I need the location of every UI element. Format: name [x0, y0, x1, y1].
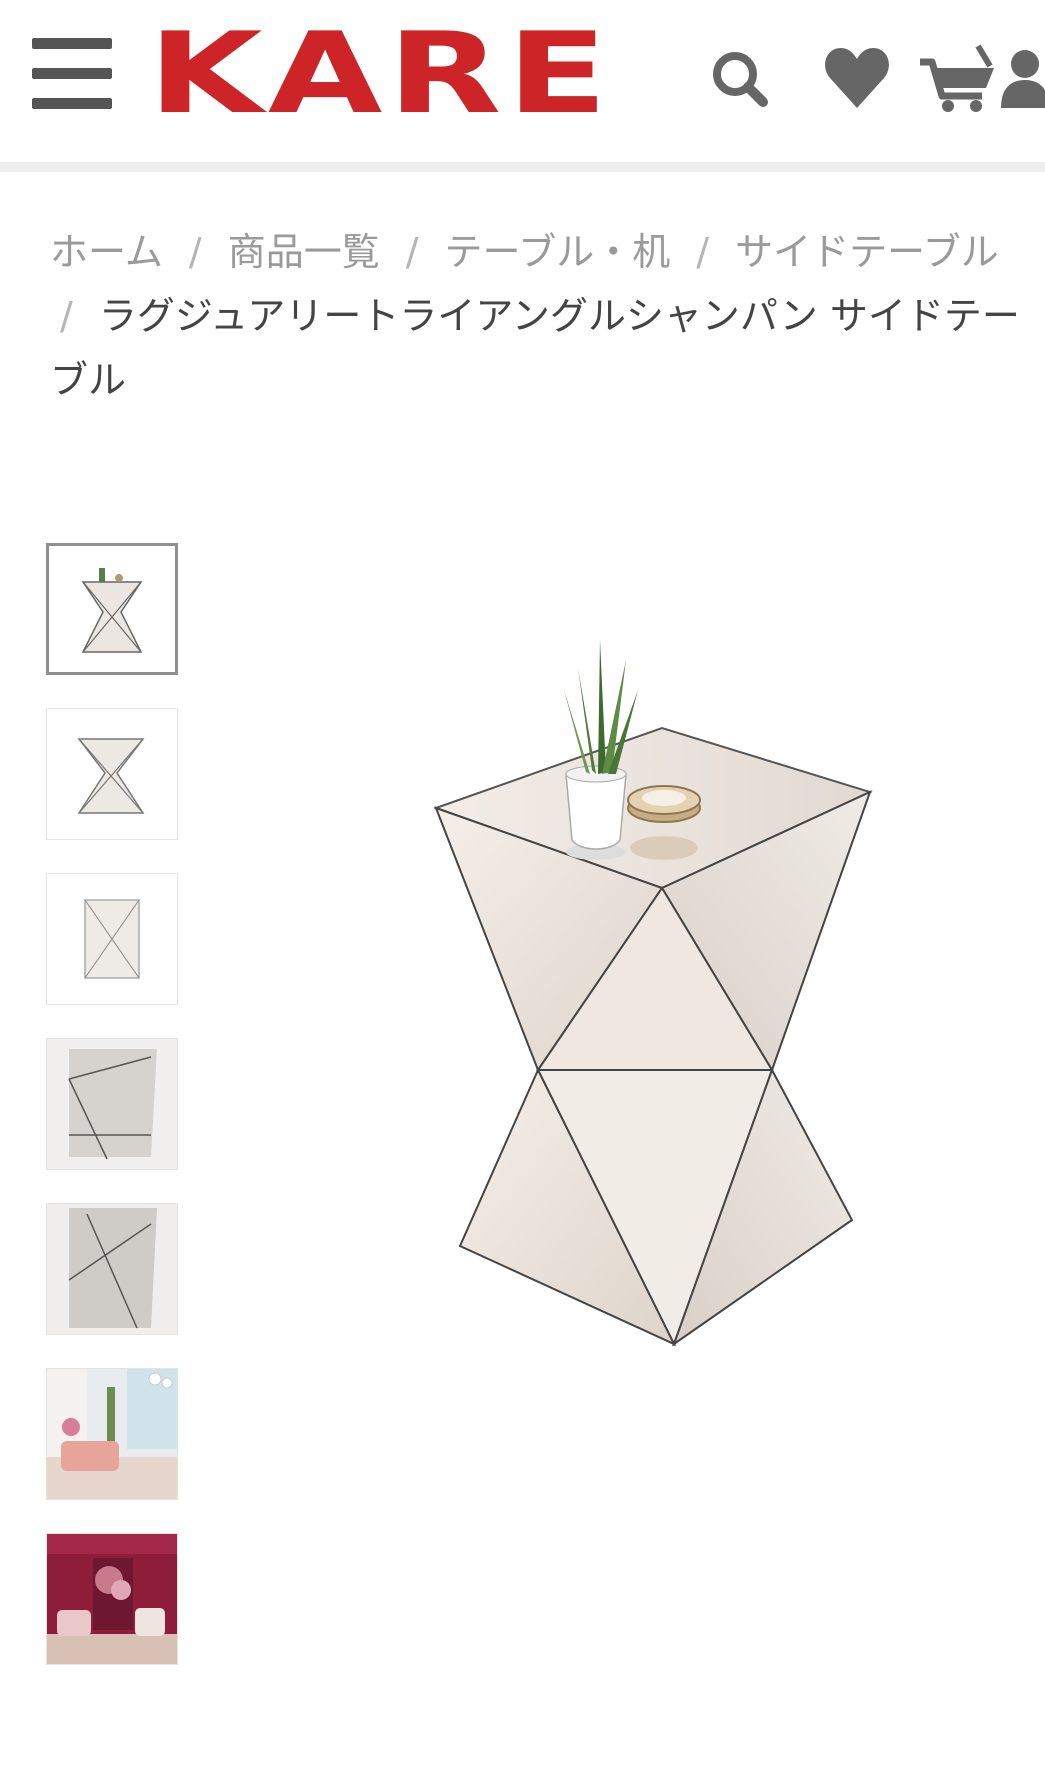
product-main-image[interactable] [400, 560, 930, 1360]
thumb-detail-edge[interactable] [46, 1203, 178, 1335]
site-header: KARE [0, 0, 1045, 162]
breadcrumb-current: ラグジュアリートライアングルシャンパン サイドテーブル [50, 294, 1020, 402]
user-icon[interactable] [995, 40, 1045, 115]
breadcrumb-separator: / [405, 230, 419, 274]
breadcrumb: ホーム / 商品一覧 / テーブル・机 / サイドテーブル / ラグジュアリートライアングルシ… [50, 220, 1040, 412]
search-icon[interactable] [705, 40, 775, 115]
site-logo[interactable]: KARE [148, 18, 613, 130]
header-divider [0, 162, 1045, 172]
breadcrumb-tables[interactable]: テーブル・机 [445, 230, 671, 274]
heart-icon[interactable] [822, 40, 892, 115]
thumb-room-scene-light[interactable] [46, 1368, 178, 1500]
breadcrumb-separator: / [696, 230, 710, 274]
cart-icon[interactable] [918, 40, 1000, 115]
thumb-front-with-plant[interactable] [46, 543, 178, 675]
thumb-side-view[interactable] [46, 873, 178, 1005]
thumb-top-view[interactable] [46, 708, 178, 840]
menu-icon[interactable] [32, 38, 112, 109]
thumb-room-scene-red[interactable] [46, 1533, 178, 1665]
breadcrumb-separator: / [188, 230, 202, 274]
thumb-detail-corner[interactable] [46, 1038, 178, 1170]
breadcrumb-products[interactable]: 商品一覧 [228, 230, 380, 274]
breadcrumb-side-tables[interactable]: サイドテーブル [735, 230, 999, 274]
breadcrumb-home[interactable]: ホーム [50, 230, 163, 274]
breadcrumb-separator: / [60, 294, 73, 338]
